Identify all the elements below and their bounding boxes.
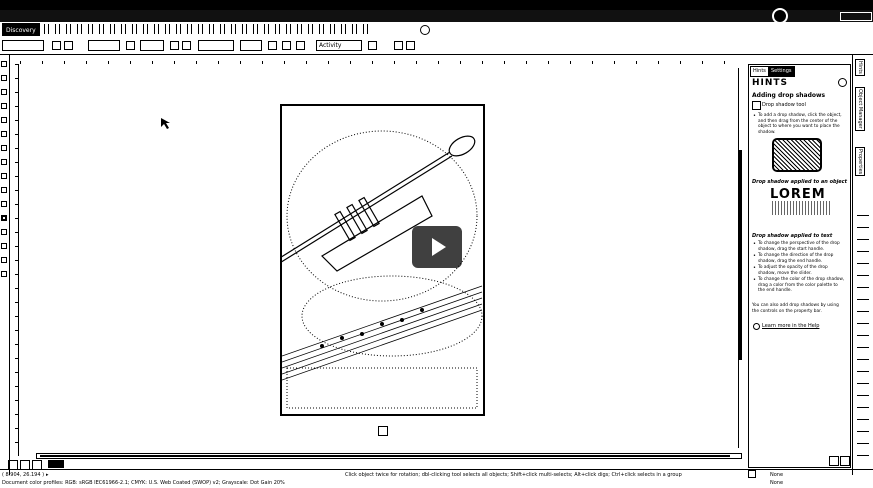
color-profile-info[interactable]: Document color profiles: RGB: sRGB IEC61…	[2, 479, 285, 488]
bullet-icon: •	[753, 253, 756, 259]
horizontal-scroll-thumb[interactable]	[40, 455, 730, 457]
subheading-object: Drop shadow applied to an object	[752, 179, 848, 185]
bullet-icon: •	[753, 113, 756, 119]
sidebar-tab-object-manager[interactable]: Object Manager	[855, 87, 865, 131]
eyedropper-tool-icon[interactable]	[1, 243, 7, 249]
lorem-shadow	[772, 201, 830, 215]
window-controls[interactable]	[840, 12, 872, 21]
subheading-text: Drop shadow applied to text	[752, 233, 833, 239]
style-select[interactable]: Activity	[316, 40, 362, 51]
parallel-dimension-icon[interactable]	[1, 201, 7, 207]
interactive-fill-icon[interactable]	[1, 257, 7, 263]
document-page[interactable]	[280, 104, 485, 416]
fill-swatch-icon[interactable]	[748, 470, 756, 478]
ellipse-tool-icon[interactable]	[1, 159, 7, 165]
docker-pin-icon[interactable]	[838, 78, 847, 87]
docker-scroll-icon[interactable]	[829, 456, 839, 466]
width-field[interactable]	[88, 40, 120, 51]
cursor-icon	[160, 117, 172, 133]
text-tool-icon[interactable]	[1, 187, 7, 193]
transparency-tool-icon[interactable]	[1, 229, 7, 235]
tool-name: Drop shadow tool	[762, 102, 806, 108]
align-icon[interactable]	[268, 41, 277, 50]
status-bar-2: Document color profiles: RGB: sRGB IEC61…	[0, 479, 873, 488]
help-link[interactable]: Learn more in the Help	[762, 323, 819, 329]
standard-toolbar: Discovery	[0, 22, 873, 39]
portrait-icon[interactable]	[52, 41, 61, 50]
settings-icon[interactable]	[394, 41, 403, 50]
zoom-tool-icon[interactable]	[1, 103, 7, 109]
smart-fill-icon[interactable]	[1, 271, 7, 277]
zoom-icon[interactable]	[420, 25, 430, 35]
vertical-ruler	[9, 64, 19, 456]
lorem-example: LOREM	[770, 187, 826, 202]
hint-3: To change the direction of the drop shad…	[758, 253, 834, 264]
dropdown-icon[interactable]	[368, 41, 377, 50]
bullet-icon: •	[753, 277, 756, 283]
artistic-media-icon[interactable]	[1, 131, 7, 137]
current-page-icon[interactable]	[182, 41, 191, 50]
tab-hints[interactable]: Hints	[750, 66, 769, 77]
hint-5: To change the color of the drop shadow, …	[758, 277, 845, 293]
property-bar: Activity	[0, 38, 873, 55]
nudge-field[interactable]	[198, 40, 234, 51]
drop-shadow-tool-icon	[752, 101, 761, 110]
paper-size-select[interactable]	[2, 40, 44, 51]
trumpet-artwork	[282, 130, 483, 409]
shadow-example-image	[772, 138, 822, 172]
outline-value: None	[770, 480, 784, 486]
drop-shadow-tool-icon[interactable]	[1, 215, 7, 221]
help-icon[interactable]	[406, 41, 415, 50]
docker-expand-icon[interactable]	[840, 456, 850, 466]
page-tab[interactable]	[48, 460, 64, 468]
crop-tool-icon[interactable]	[1, 89, 7, 95]
hints-title: HINTS	[752, 78, 789, 88]
lock-icon[interactable]	[126, 41, 135, 50]
pick-tool-icon[interactable]	[1, 61, 7, 67]
menu-bar	[0, 8, 873, 24]
hints-heading: Adding drop shadows	[752, 92, 826, 99]
hint-4: To adjust the opacity of the drop shadow…	[758, 265, 828, 276]
tab-discovery[interactable]: Discovery	[2, 23, 40, 36]
title-bar	[0, 0, 873, 10]
duplicate-x-field[interactable]	[240, 40, 262, 51]
help-link-icon[interactable]	[753, 323, 760, 330]
sidebar-tab-properties[interactable]: Properties	[855, 147, 865, 177]
tab-settings[interactable]: Settings	[768, 66, 795, 77]
hint-2: To change the perspective of the drop sh…	[758, 241, 840, 252]
vertical-scroll-thumb[interactable]	[739, 150, 742, 360]
toolbar-icons	[44, 24, 374, 34]
freehand-tool-icon[interactable]	[1, 117, 7, 123]
landscape-icon[interactable]	[64, 41, 73, 50]
bullet-icon: •	[753, 241, 756, 247]
polygon-tool-icon[interactable]	[1, 173, 7, 179]
hint-6: You can also add drop shadows by using t…	[752, 303, 839, 314]
page-anchor-icon	[378, 426, 388, 436]
docker-sidebar: Hints Object Manager Properties	[852, 55, 873, 475]
sidebar-tab-hints[interactable]: Hints	[855, 59, 865, 76]
shape-tool-icon[interactable]	[1, 75, 7, 81]
all-pages-icon[interactable]	[170, 41, 179, 50]
snap-icon[interactable]	[282, 41, 291, 50]
units-field[interactable]	[140, 40, 164, 51]
hint-1: To add a drop shadow, click the object, …	[758, 113, 842, 135]
bullet-icon: •	[753, 265, 756, 271]
color-palette[interactable]	[857, 215, 869, 465]
options-icon[interactable]	[296, 41, 305, 50]
rectangle-tool-icon[interactable]	[1, 145, 7, 151]
